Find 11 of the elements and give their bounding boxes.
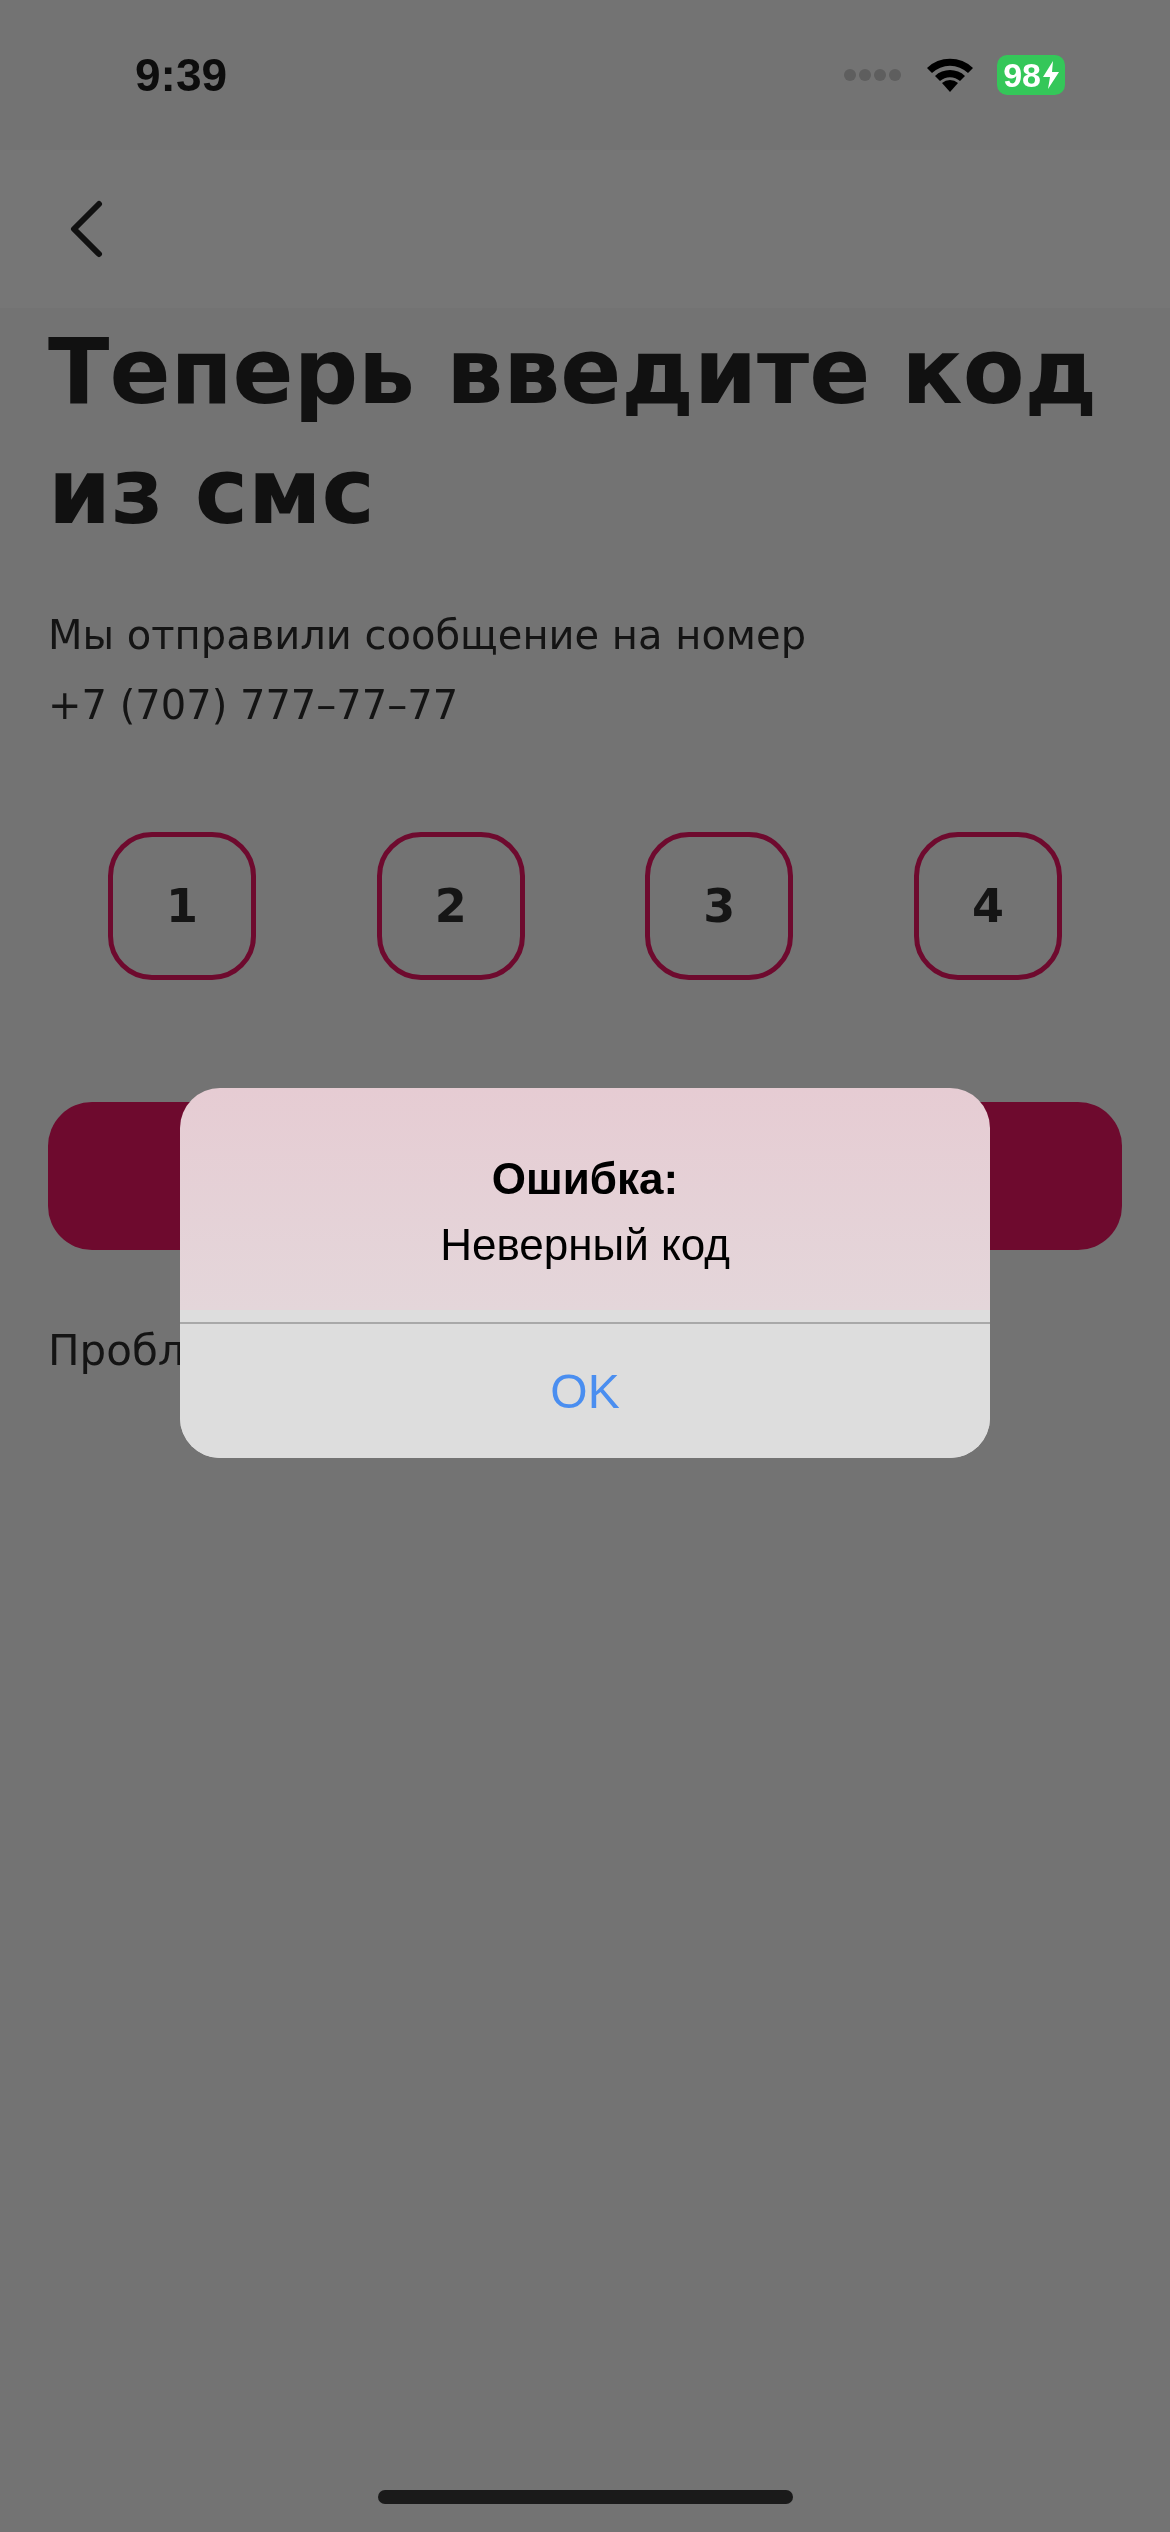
page-title: Теперь введите код из смс [48, 318, 1099, 546]
code-digit-field[interactable]: 3 [645, 832, 794, 980]
code-digit-field[interactable]: 2 [376, 832, 525, 980]
code-digit-field[interactable]: 1 [108, 832, 256, 980]
status-time: 9:39 [135, 48, 228, 102]
alert-message: Неверный код [440, 1220, 730, 1270]
battery-indicator: 98 [997, 55, 1065, 95]
alert-title: Ошибка: [491, 1154, 679, 1204]
subtitle-text: Мы отправили сообщение на номер +7 (707) 777–77–77 [48, 611, 808, 730]
code-digit-field[interactable]: 4 [913, 832, 1062, 980]
wifi-icon [925, 56, 976, 94]
